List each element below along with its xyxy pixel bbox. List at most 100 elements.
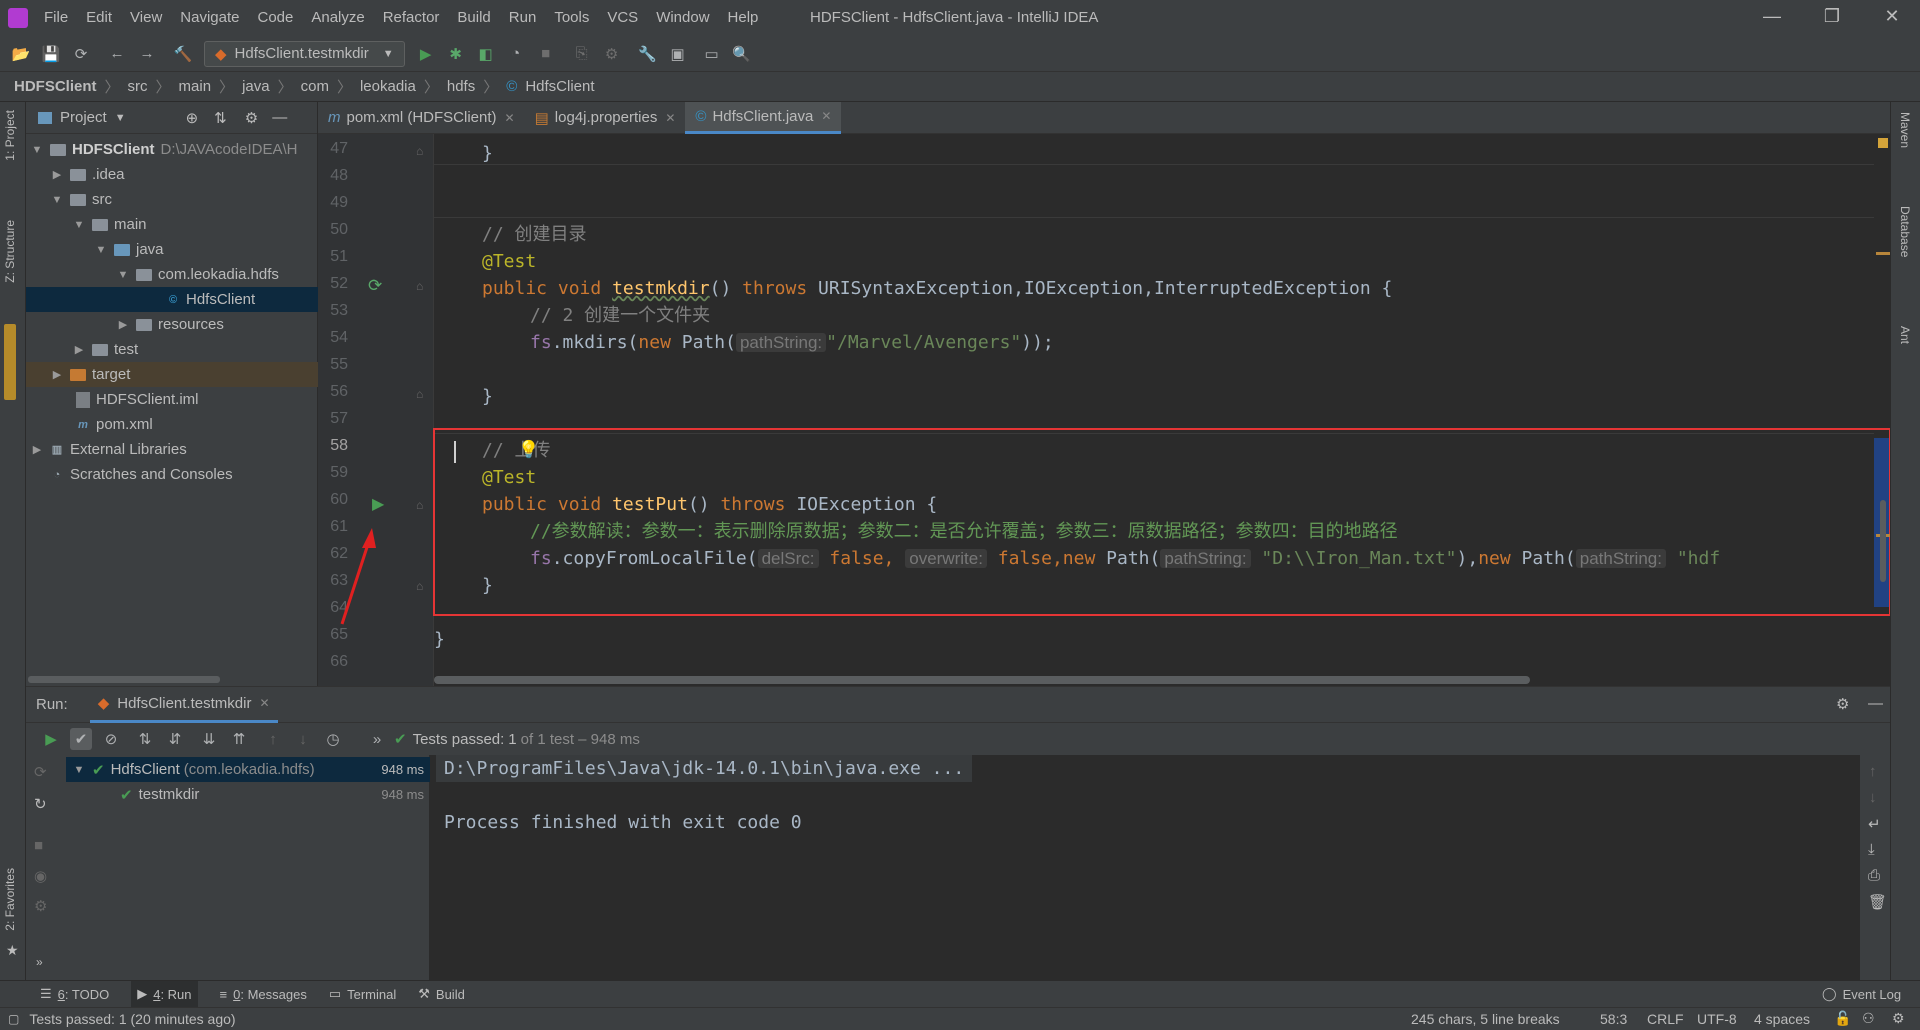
vcs-icon[interactable]: ⚙ (601, 43, 623, 65)
breadcrumb-leokadia[interactable]: leokadia (360, 78, 416, 95)
rerun-failed-icon[interactable]: ↻ (34, 795, 47, 813)
menu-build[interactable]: Build (457, 9, 490, 26)
build-tool-button[interactable]: ⚒ Build (418, 986, 465, 1002)
breadcrumb-java[interactable]: java (242, 78, 270, 95)
close-tab-icon[interactable]: ✕ (259, 696, 269, 710)
fold-icon[interactable]: ⌂ (416, 579, 423, 593)
show-ignored-icon[interactable]: ⊘ (100, 728, 122, 750)
breadcrumb-project[interactable]: HDFSClient (14, 78, 97, 95)
database-tool-tab[interactable]: Database (1898, 206, 1912, 257)
debug-icon[interactable]: ✱ (445, 43, 467, 65)
hide-icon[interactable]: — (272, 109, 287, 126)
fold-icon[interactable]: ⌂ (416, 144, 423, 158)
print-icon[interactable]: ⎙ (1868, 867, 1880, 884)
scroll-to-end-icon[interactable]: ⤓ (1868, 841, 1875, 858)
file-encoding[interactable]: UTF-8 (1697, 1011, 1737, 1027)
warning-marker-icon[interactable] (1878, 138, 1888, 148)
next-failed-icon[interactable]: ↓ (292, 728, 314, 750)
close-tab-icon[interactable]: ✕ (821, 109, 831, 123)
run-tab[interactable]: ◆ HdfsClient.testmkdir ✕ (89, 687, 278, 723)
tree-item-target[interactable]: ▶ target (26, 362, 318, 387)
coverage-icon[interactable]: ◧ (475, 43, 497, 65)
expand-all-icon[interactable]: ⇊ (198, 728, 220, 750)
terminal-tool-button[interactable]: ▭ Terminal (329, 986, 396, 1002)
tree-item-iml[interactable]: HDFSClient.iml (76, 387, 199, 412)
menu-file[interactable]: File (44, 9, 68, 26)
breadcrumb-class[interactable]: HdfsClient (525, 78, 594, 95)
menu-help[interactable]: Help (728, 9, 759, 26)
tree-item-package[interactable]: ▼ com.leokadia.hdfs (116, 262, 279, 287)
tree-item-src[interactable]: ▼ src (50, 187, 112, 212)
fold-icon[interactable]: ⌂ (416, 387, 423, 401)
fold-icon[interactable]: ⌂ (416, 279, 423, 293)
test-suite-row[interactable]: ▼ ✔ HdfsClient (com.leokadia.hdfs) 948 m… (66, 757, 430, 782)
tab-pom[interactable]: m pom.xml (HDFSClient) ✕ (318, 102, 525, 134)
favorites-tool-tab[interactable]: 2: Favorites (3, 868, 17, 931)
memory-icon[interactable]: ⚙ (1892, 1010, 1905, 1027)
build-hammer-icon[interactable]: 🔨 (172, 43, 194, 65)
scroll-down-icon[interactable]: ↓ (1869, 789, 1877, 806)
horizontal-scrollbar[interactable] (28, 676, 220, 683)
menu-tools[interactable]: Tools (554, 9, 589, 26)
history-icon[interactable]: ◷ (322, 728, 344, 750)
close-icon[interactable]: ✕ (1872, 6, 1912, 27)
tab-hdfsclient[interactable]: © HdfsClient.java ✕ (685, 101, 842, 134)
tree-item-test[interactable]: ▶ test (72, 337, 138, 362)
sort-duration-icon[interactable]: ⇵ (164, 728, 186, 750)
profile-icon[interactable]: ◔ (505, 43, 527, 65)
indent-setting[interactable]: 4 spaces (1754, 1011, 1810, 1027)
tree-item-hdfsclient[interactable]: © HdfsClient (26, 287, 318, 312)
menu-window[interactable]: Window (656, 9, 709, 26)
gear-icon[interactable]: ⚙ (1836, 695, 1849, 713)
menu-code[interactable]: Code (257, 9, 293, 26)
error-stripe-mark[interactable] (1876, 252, 1890, 255)
project-tool-tab[interactable]: 1: Project (3, 110, 17, 161)
pin-icon[interactable]: ⟳ (34, 763, 47, 781)
tree-item-resources[interactable]: ▶ resources (116, 312, 224, 337)
run-test-icon[interactable]: ▶ (372, 494, 384, 514)
menu-edit[interactable]: Edit (86, 9, 112, 26)
camera-icon[interactable]: ◉ (34, 867, 47, 885)
inspector-icon[interactable]: ⚇ (1862, 1010, 1875, 1027)
collapse-all-icon[interactable]: ⇅ (214, 109, 227, 127)
run-tool-button[interactable]: ▶ 4: Run (131, 980, 198, 1008)
todo-tool-button[interactable]: ☰ 6: TODO (40, 986, 109, 1002)
toggle-tool-windows-icon[interactable]: ▢ (8, 1012, 19, 1026)
menu-navigate[interactable]: Navigate (180, 9, 239, 26)
tree-item-java[interactable]: ▼ java (94, 237, 164, 262)
restore-icon[interactable]: ❐ (1812, 6, 1852, 27)
status-message[interactable]: Tests passed: 1 (20 minutes ago) (29, 1011, 235, 1027)
previous-failed-icon[interactable]: ↑ (262, 728, 284, 750)
editor-horizontal-scrollbar[interactable] (434, 676, 1530, 684)
tab-log4j[interactable]: ▤ log4j.properties ✕ (525, 102, 686, 134)
console-output[interactable]: D:\ProgramFiles\Java\jdk-14.0.1\bin\java… (430, 755, 1860, 981)
breadcrumb-hdfs[interactable]: hdfs (447, 78, 475, 95)
maven-tool-tab[interactable]: Maven (1898, 112, 1912, 148)
show-passed-icon[interactable]: ✔ (70, 728, 92, 750)
tree-item-external-libraries[interactable]: ▶ ▥ External Libraries (30, 437, 187, 462)
sync-icon[interactable]: ⟳ (70, 43, 92, 65)
menu-vcs[interactable]: VCS (607, 9, 638, 26)
line-separator[interactable]: CRLF (1647, 1011, 1684, 1027)
open-folder-icon[interactable]: 📂 (10, 43, 32, 65)
breadcrumb-main[interactable]: main (179, 78, 212, 95)
tree-item-project-root[interactable]: ▼ HDFSClient D:\JAVAcodeIDEA\H (30, 137, 318, 162)
run-test-rerun-icon[interactable]: ⟳ (368, 276, 382, 296)
back-icon[interactable]: ← (106, 43, 128, 65)
tree-item-main[interactable]: ▼ main (72, 212, 147, 237)
collapse-all-icon[interactable]: ⇈ (228, 728, 250, 750)
save-icon[interactable]: 💾 (40, 43, 62, 65)
soft-wrap-icon[interactable]: ↵ (1868, 815, 1881, 833)
locate-icon[interactable]: ⊕ (186, 109, 199, 127)
search-icon[interactable]: 🔍 (731, 43, 753, 65)
tree-item-pom[interactable]: m pom.xml (76, 412, 153, 437)
scroll-up-icon[interactable]: ↑ (1869, 763, 1877, 780)
trash-icon[interactable]: 🗑 (1868, 893, 1887, 911)
more-icon[interactable]: » (36, 955, 43, 969)
stop-icon[interactable]: ■ (34, 837, 43, 854)
forward-icon[interactable]: → (136, 43, 158, 65)
structure-tool-tab[interactable]: Z: Structure (3, 220, 17, 283)
run-config-dropdown[interactable]: ◆ HdfsClient.testmkdir ▼ (204, 40, 405, 67)
breadcrumb-src[interactable]: src (128, 78, 148, 95)
more-icon[interactable]: » (366, 728, 388, 750)
